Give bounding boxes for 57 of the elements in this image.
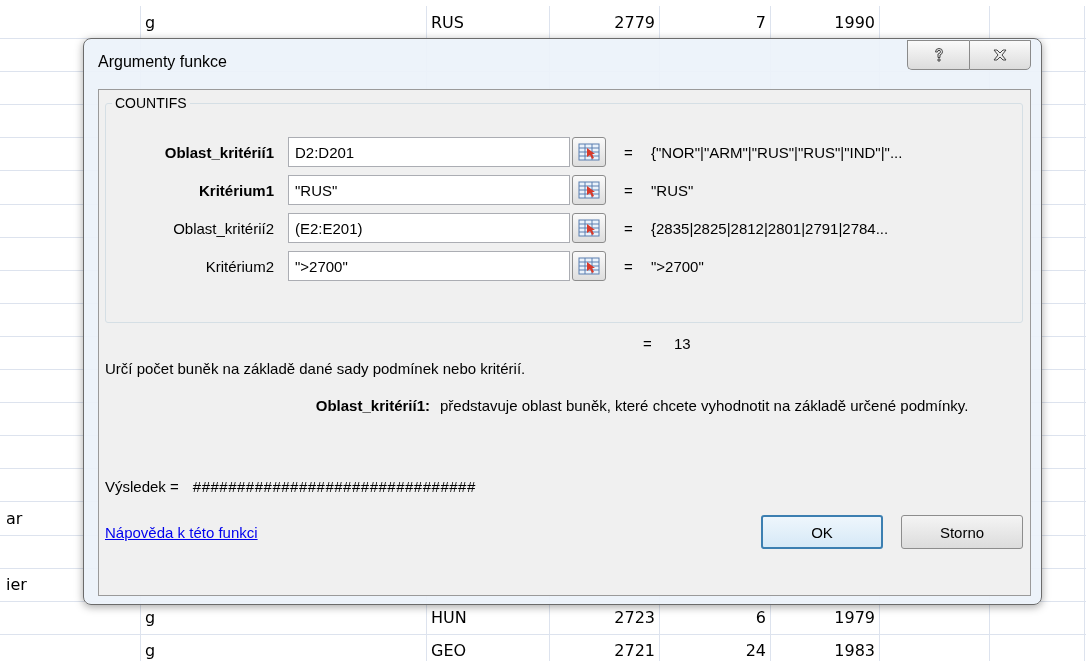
table-cell: 24 xyxy=(745,641,766,661)
table-cell: g xyxy=(145,608,156,628)
range-select-button[interactable] xyxy=(572,175,606,205)
table-cell: 1990 xyxy=(834,12,875,32)
argument-name: Oblast_kritérií1: xyxy=(314,397,431,414)
equals-sign: = xyxy=(642,335,653,352)
close-icon xyxy=(992,49,1008,61)
argument-field[interactable]: (E2:E201) xyxy=(288,213,570,243)
table-cell: 2721 xyxy=(614,641,655,661)
argument-result: {"NOR"|"ARM"|"RUS"|"RUS"|"IND"|"... xyxy=(651,143,903,161)
equals-sign: = xyxy=(623,219,634,237)
equals-sign: = xyxy=(623,257,634,275)
table-cell: 7 xyxy=(755,12,766,32)
formula-value: 13 xyxy=(674,335,691,352)
result-value: ################################ xyxy=(192,478,476,495)
argument-field[interactable]: D2:D201 xyxy=(288,137,570,167)
help-button[interactable] xyxy=(907,40,969,70)
range-select-button[interactable] xyxy=(572,251,606,281)
result-label: Výsledek = xyxy=(105,478,179,495)
table-cell: 2723 xyxy=(614,608,655,628)
help-icon xyxy=(932,47,945,63)
table-cell: 1979 xyxy=(834,608,875,628)
argument-label: Kritérium2 xyxy=(204,257,275,275)
argument-field[interactable]: "RUS" xyxy=(288,175,570,205)
function-name: COUNTIFS xyxy=(112,95,190,111)
range-select-icon xyxy=(578,219,600,237)
range-select-button[interactable] xyxy=(572,213,606,243)
close-button[interactable] xyxy=(969,40,1031,70)
table-cell: 2779 xyxy=(614,12,655,32)
cancel-button[interactable]: Storno xyxy=(901,515,1023,549)
function-description: Určí počet buněk na základě dané sady podmínek nebo kritérií. xyxy=(105,360,527,377)
table-cell: g xyxy=(145,12,156,32)
table-cell: RUS xyxy=(431,12,464,32)
table-cell: HUN xyxy=(431,608,467,628)
argument-result: {2835|2825|2812|2801|2791|2784... xyxy=(651,219,889,237)
table-cell: g xyxy=(145,641,156,661)
equals-sign: = xyxy=(623,181,634,199)
table-cell: ier xyxy=(6,575,27,595)
table-cell: ar xyxy=(6,508,23,528)
help-link[interactable]: Nápověda k této funkci xyxy=(105,523,258,541)
argument-label: Kritérium1 xyxy=(197,181,275,199)
argument-result: ">2700" xyxy=(651,257,704,275)
argument-result: "RUS" xyxy=(651,181,694,199)
table-cell: GEO xyxy=(431,641,467,661)
argument-label: Oblast_kritérií2 xyxy=(172,219,275,237)
table-cell: 6 xyxy=(755,608,766,628)
argument-description: představuje oblast buněk, které chcete vyhodnotit na základě určené podmínky. xyxy=(440,397,970,414)
argument-field[interactable]: ">2700" xyxy=(288,251,570,281)
table-cell: 1983 xyxy=(834,641,875,661)
range-select-button[interactable] xyxy=(572,137,606,167)
range-select-icon xyxy=(578,181,600,199)
equals-sign: = xyxy=(623,143,634,161)
argument-label: Oblast_kritérií1 xyxy=(163,143,275,161)
range-select-icon xyxy=(578,143,600,161)
ok-button[interactable]: OK xyxy=(761,515,883,549)
window-title: Argumenty funkce xyxy=(98,53,227,72)
range-select-icon xyxy=(578,257,600,275)
